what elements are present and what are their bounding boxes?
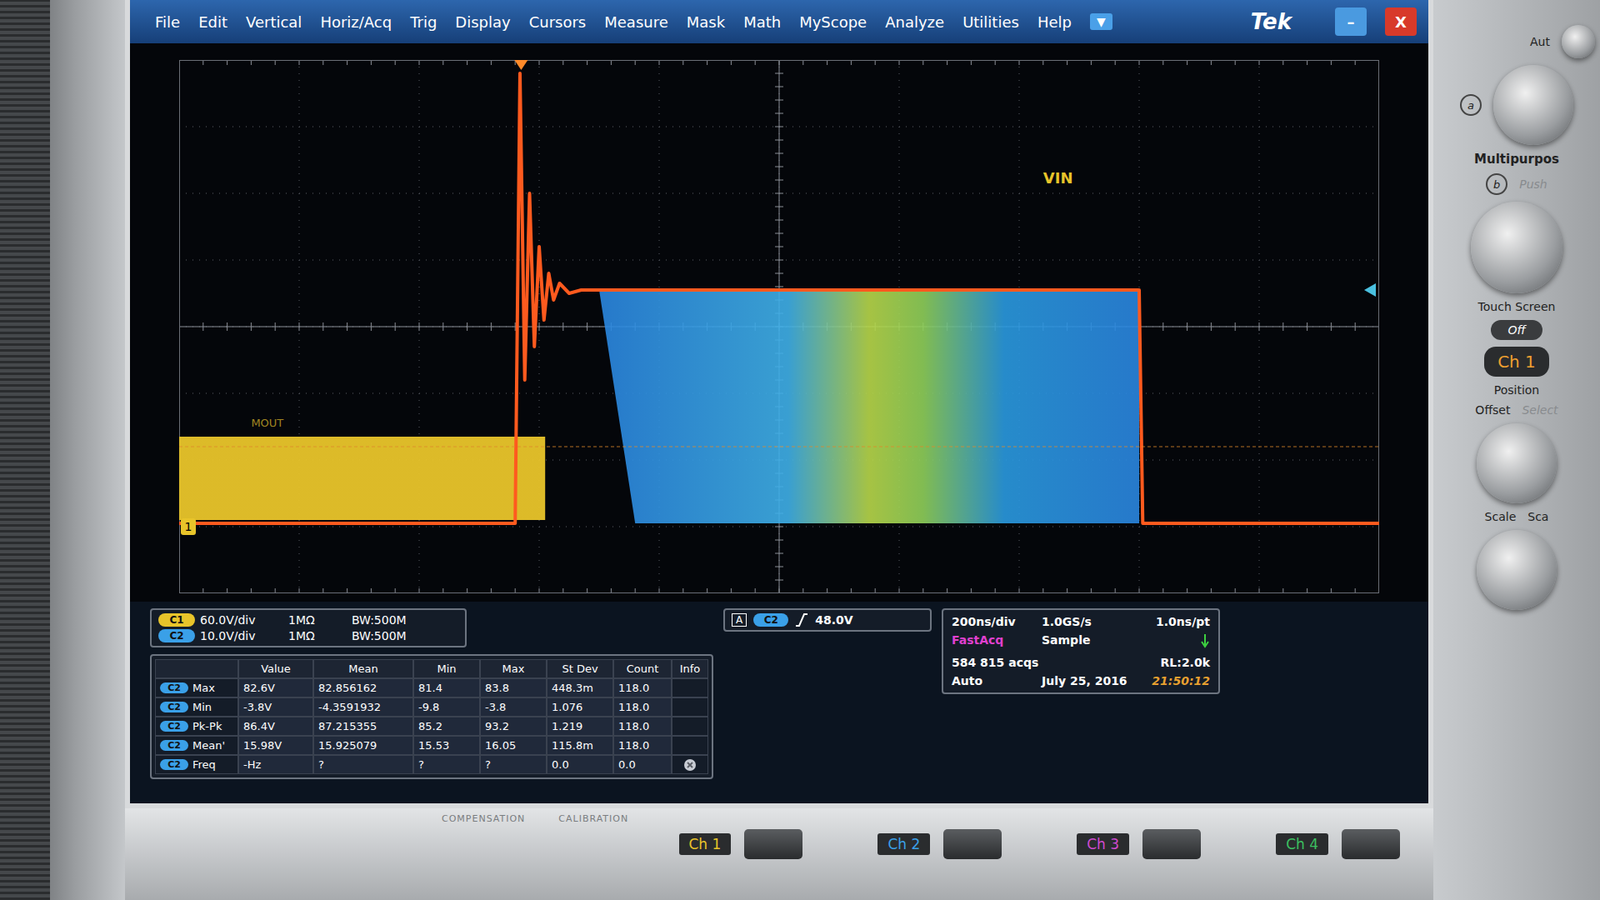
menu-item[interactable]: Edit <box>198 13 228 31</box>
channel-row[interactable]: C210.0V/div1MΩBW:500M <box>158 629 459 643</box>
menu-item[interactable]: Trig <box>410 13 437 31</box>
table-header: ValueMeanMinMaxSt DevCountInfo <box>155 659 709 679</box>
menu-item[interactable]: Help <box>1037 13 1072 31</box>
scale-knob[interactable] <box>1476 530 1557 610</box>
menu-item[interactable]: Display <box>455 13 510 31</box>
menu-item[interactable]: Analyze <box>885 13 945 31</box>
menu-item[interactable]: Measure <box>604 13 669 31</box>
a-label: a <box>1460 94 1482 116</box>
menu-item[interactable]: Mask <box>686 13 725 31</box>
reference-label: MOUT <box>250 416 284 430</box>
channel-button[interactable]: Ch 1 <box>679 829 804 860</box>
trigger-level-icon[interactable] <box>1364 283 1376 297</box>
panel-label: CALIBRATION <box>558 813 629 825</box>
channel-button[interactable]: Ch 2 <box>877 829 1002 860</box>
table-row[interactable]: C2Max82.6V82.85616281.483.8448.3m118.0 <box>155 678 709 698</box>
source-badge: C2 <box>160 682 189 694</box>
panel-label: COMPENSATION <box>441 813 525 825</box>
source-badge: C2 <box>160 701 189 713</box>
graticule <box>179 60 1380 594</box>
oscilloscope: File Edit Vertical Horiz/Acq Trig Display Curs… <box>0 0 1600 900</box>
menu-bar: File Edit Vertical Horiz/Acq Trig Display Curs… <box>130 0 1429 44</box>
menu-item[interactable]: MyScope <box>799 13 867 31</box>
table-row[interactable]: C2Freq-Hz???0.00.0 <box>155 755 709 775</box>
trigger-position-icon[interactable] <box>514 60 528 70</box>
info-icon[interactable] <box>683 758 697 772</box>
table-row[interactable]: C2Mean'15.98V15.92507915.5316.05115.8m11… <box>155 735 709 755</box>
grille <box>0 0 50 900</box>
menu-item[interactable]: Vertical <box>245 13 302 31</box>
envelope-series <box>599 290 1140 524</box>
table-row[interactable]: C2Min-3.8V-4.3591932-9.8-3.81.076118.0 <box>155 697 709 717</box>
channel-button[interactable]: Ch 4 <box>1275 829 1400 860</box>
touch-screen-button[interactable]: Off <box>1490 320 1542 340</box>
menu-item[interactable]: File <box>155 13 180 31</box>
auto-button[interactable] <box>1561 25 1595 59</box>
dropdown-button[interactable]: ▼ <box>1090 13 1113 30</box>
menu-item[interactable]: Utilities <box>962 13 1020 31</box>
acquisition-readout[interactable]: 200ns/div1.0GS/s1.0ns/ptFastAcqSample584… <box>941 608 1220 695</box>
source-badge: C2 <box>160 759 189 770</box>
minimize-button[interactable]: – <box>1335 7 1367 36</box>
trigger-readout[interactable]: AC248.0V <box>723 608 932 632</box>
table-row[interactable]: C2Pk-Pk86.4V87.21535585.293.21.219118.0 <box>155 716 709 736</box>
waveform-label: VIN <box>1043 169 1074 187</box>
position-knob[interactable] <box>1476 423 1557 504</box>
bezel-left <box>0 0 125 900</box>
multipurpose-b-knob[interactable] <box>1470 201 1563 294</box>
channel-marker[interactable]: 1 <box>180 518 196 535</box>
rising-edge-icon <box>795 612 809 628</box>
svg-text:1: 1 <box>185 520 193 534</box>
channel-badge: C2 <box>158 629 195 643</box>
b-label: b <box>1485 173 1508 195</box>
waveform-display[interactable]: 1 VIN MOUT <box>179 60 1380 594</box>
brand-logo: Tek <box>1250 9 1292 35</box>
scope-screen: File Edit Vertical Horiz/Acq Trig Display Curs… <box>125 0 1434 809</box>
bezel-bottom: COMPENSATION CALIBRATION Ch 1 Ch 2 Ch 3 Ch 4 <box>125 808 1434 900</box>
close-button[interactable]: X <box>1385 7 1417 36</box>
menu-item[interactable]: Horiz/Acq <box>320 13 392 31</box>
trace-series <box>179 73 1380 524</box>
menu-item[interactable]: Cursors <box>529 13 587 31</box>
channel-readout[interactable]: C160.0V/div1MΩBW:500M C210.0V/div1MΩBW:50… <box>150 608 467 648</box>
channel-row[interactable]: C160.0V/div1MΩBW:500M <box>158 613 459 627</box>
source-badge: C2 <box>160 740 189 751</box>
readouts: C160.0V/div1MΩBW:500M C210.0V/div1MΩBW:50… <box>130 601 1429 804</box>
ch1-button[interactable]: Ch 1 <box>1484 346 1550 377</box>
run-icon <box>1200 633 1210 649</box>
measurement-table[interactable]: ValueMeanMinMaxSt DevCountInfoC2Max82.6V… <box>150 654 714 780</box>
source-badge: C2 <box>160 720 189 732</box>
band-series <box>179 436 545 520</box>
multipurpose-a-knob[interactable] <box>1493 65 1574 145</box>
reference-line <box>179 446 1380 448</box>
menu-item[interactable]: Math <box>743 13 781 31</box>
channel-badge: C1 <box>158 613 195 627</box>
channel-button[interactable]: Ch 3 <box>1076 829 1201 860</box>
front-panel: AutaMultipurposbPushTouch ScreenOffCh 1P… <box>1433 0 1600 900</box>
